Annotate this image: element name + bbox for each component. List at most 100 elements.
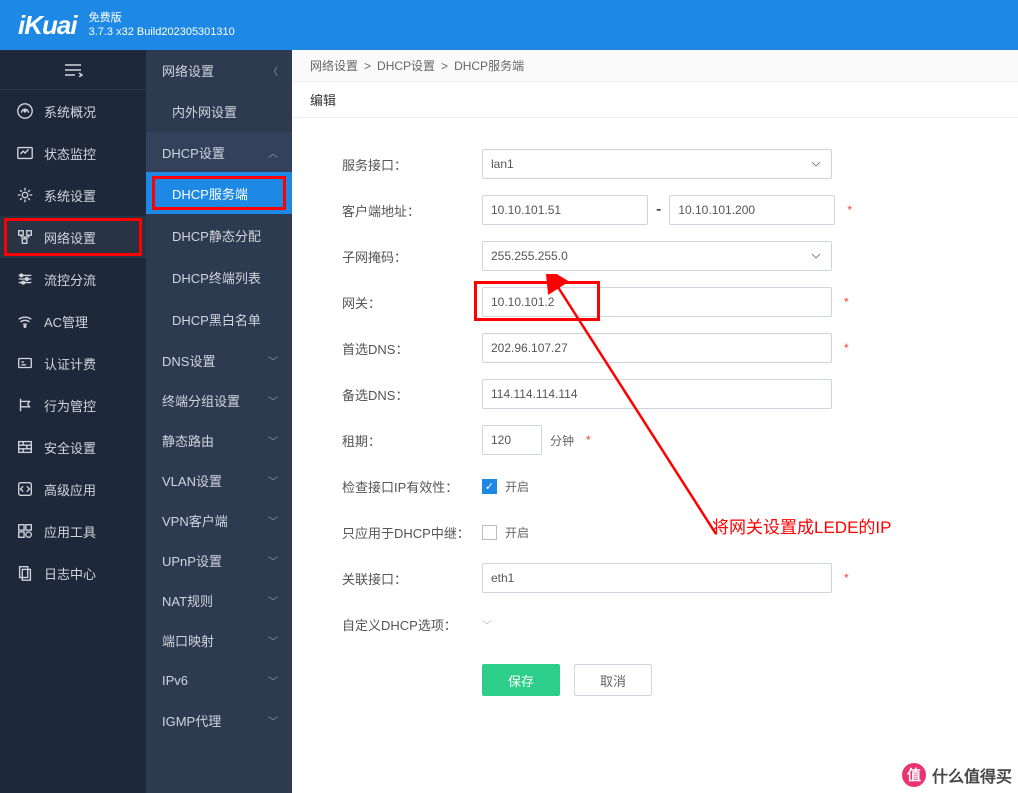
nav-item-network[interactable]: 网络设置: [0, 216, 146, 258]
range-sep: -: [656, 201, 661, 219]
input-client-from[interactable]: [482, 195, 648, 225]
save-button[interactable]: 保存: [482, 664, 560, 696]
checkbox-check-ip[interactable]: ✓: [482, 479, 497, 494]
version-block: 免费版 3.7.3 x32 Build202305301310: [89, 11, 235, 40]
nav-item-security[interactable]: 安全设置: [0, 426, 146, 468]
nav-item-behavior[interactable]: 行为管控: [0, 384, 146, 426]
sub-group-label: DNS设置: [162, 351, 215, 370]
sub-group-ipv6[interactable]: IPv6﹀: [146, 660, 292, 700]
input-dns1[interactable]: [482, 333, 832, 363]
nav-label: 流控分流: [44, 270, 96, 289]
required-mark: *: [844, 341, 849, 355]
checkbox-relay-only[interactable]: [482, 525, 497, 540]
chevron-down-icon: ﹀: [268, 553, 278, 568]
label-gateway: 网关：: [342, 293, 482, 312]
sub-item-dhcp-static[interactable]: DHCP静态分配: [146, 214, 292, 256]
sub-head-network[interactable]: 网络设置 〈: [146, 50, 292, 90]
input-gateway[interactable]: [482, 287, 832, 317]
required-mark: *: [844, 571, 849, 585]
nav-label: 系统概况: [44, 102, 96, 121]
menu-toggle[interactable]: [0, 50, 146, 90]
sub-group-vpn[interactable]: VPN客户端﹀: [146, 500, 292, 540]
chevron-down-icon: ﹀: [268, 513, 278, 528]
sub-head-label: 网络设置: [162, 61, 214, 80]
version-line1: 免费版: [89, 11, 235, 25]
nav-item-flow[interactable]: 流控分流: [0, 258, 146, 300]
annotation-text: 将网关设置成LEDE的IP: [712, 513, 891, 538]
sub-item-label: DHCP终端列表: [172, 268, 261, 287]
required-mark: *: [847, 203, 852, 217]
nav-label: 高级应用: [44, 480, 96, 499]
cancel-button[interactable]: 取消: [574, 664, 652, 696]
chevron-down-icon: ﹀: [268, 633, 278, 648]
behavior-icon: [16, 396, 34, 414]
sub-item-dhcp-bwlist[interactable]: DHCP黑白名单: [146, 298, 292, 340]
nav-label: AC管理: [44, 312, 88, 331]
chevron-down-icon: ﹀: [268, 713, 278, 728]
breadcrumb-item[interactable]: DHCP服务端: [454, 57, 524, 74]
flow-icon: [16, 270, 34, 288]
sub-group-label: 静态路由: [162, 431, 214, 450]
auth-icon: [16, 354, 34, 372]
input-assoc-if[interactable]: [482, 563, 832, 593]
sub-group-label: IGMP代理: [162, 711, 221, 730]
sub-group-upnp[interactable]: UPnP设置 ﹀: [146, 540, 292, 580]
sub-group-label: DHCP设置: [162, 143, 225, 162]
sub-item-dhcp-server[interactable]: DHCP服务端: [146, 172, 292, 214]
nav-item-auth[interactable]: 认证计费: [0, 342, 146, 384]
label-dns1: 首选DNS：: [342, 339, 482, 358]
wifi-icon: [16, 312, 34, 330]
sub-group-portmap[interactable]: 端口映射﹀: [146, 620, 292, 660]
breadcrumb-sep: >: [364, 59, 371, 73]
chevron-down-icon: ﹀: [268, 673, 278, 688]
nav-item-system[interactable]: 系统设置: [0, 174, 146, 216]
page-tab-edit[interactable]: 编辑: [292, 82, 1018, 118]
nav-item-log[interactable]: 日志中心: [0, 552, 146, 594]
sidebar-primary: 系统概况 状态监控 系统设置 网络设置 流控分流 AC管理 认证计费: [0, 50, 146, 793]
input-lease[interactable]: [482, 425, 542, 455]
breadcrumb-item[interactable]: 网络设置: [310, 57, 358, 74]
nav-item-overview[interactable]: 系统概况: [0, 90, 146, 132]
sub-item-dhcp-clients[interactable]: DHCP终端列表: [146, 256, 292, 298]
lease-unit: 分钟: [550, 432, 574, 449]
watermark: 值 什么值得买: [902, 763, 1012, 787]
watermark-text: 什么值得买: [932, 763, 1012, 787]
sub-item-label: 内外网设置: [172, 102, 237, 121]
nav-label: 系统设置: [44, 186, 96, 205]
breadcrumb-item[interactable]: DHCP设置: [377, 57, 435, 74]
checkbox-text: 开启: [505, 478, 529, 495]
nav-label: 网络设置: [44, 228, 96, 247]
nav-item-ac[interactable]: AC管理: [0, 300, 146, 342]
nav-item-status[interactable]: 状态监控: [0, 132, 146, 174]
label-relay-only: 只应用于DHCP中继：: [342, 523, 482, 542]
sub-item-label: DHCP黑白名单: [172, 310, 261, 329]
breadcrumb: 网络设置 > DHCP设置 > DHCP服务端: [292, 50, 1018, 82]
sub-group-dhcp[interactable]: DHCP设置 ︿: [146, 132, 292, 172]
sub-group-label: UPnP设置: [162, 551, 222, 570]
sub-group-igmp[interactable]: IGMP代理 ﹀: [146, 700, 292, 740]
logo-text: iKuai: [18, 10, 77, 41]
sub-group-label: VLAN设置: [162, 471, 222, 490]
sub-group-label: NAT规则: [162, 591, 213, 610]
input-client-to[interactable]: [669, 195, 835, 225]
sub-group-nat[interactable]: NAT规则﹀: [146, 580, 292, 620]
nav-item-tools[interactable]: 应用工具: [0, 510, 146, 552]
form-area: 服务接口： lan1 客户端地址： - * 子网掩码： 255.255.255.…: [292, 118, 1018, 716]
sub-group-terminal[interactable]: 终端分组设置 ﹀: [146, 380, 292, 420]
chevron-down-icon: ﹀: [268, 393, 278, 408]
nav-item-advanced[interactable]: 高级应用: [0, 468, 146, 510]
sub-group-dns[interactable]: DNS设置﹀: [146, 340, 292, 380]
chevron-down-icon[interactable]: ﹀: [482, 617, 492, 632]
select-service-if[interactable]: lan1: [482, 149, 832, 179]
sub-item-lan[interactable]: 内外网设置: [146, 90, 292, 132]
select-netmask[interactable]: 255.255.255.0: [482, 241, 832, 271]
sub-group-route[interactable]: 静态路由﹀: [146, 420, 292, 460]
chevron-up-icon: ︿: [268, 145, 278, 160]
label-custom-dhcp: 自定义DHCP选项：: [342, 615, 482, 634]
sub-group-vlan[interactable]: VLAN设置﹀: [146, 460, 292, 500]
tools-icon: [16, 522, 34, 540]
input-dns2[interactable]: [482, 379, 832, 409]
nav-label: 应用工具: [44, 522, 96, 541]
network-icon: [16, 228, 34, 246]
sub-group-label: 终端分组设置: [162, 391, 240, 410]
